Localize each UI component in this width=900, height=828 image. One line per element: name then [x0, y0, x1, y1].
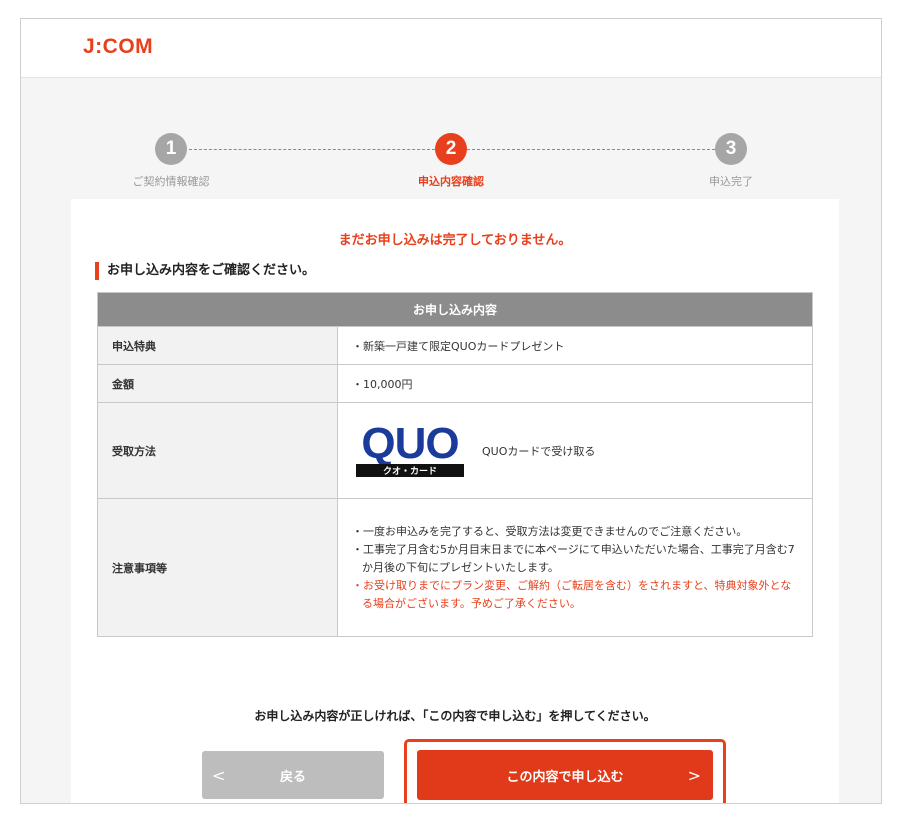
- step-2-label: 申込内容確認: [418, 175, 484, 188]
- quo-logo-text: QUO: [361, 420, 458, 468]
- step-2-circle: 2: [435, 133, 467, 165]
- note-item-warning: ・お受け取りまでにプラン変更、ご解約（ご転居を含む）をされますと、特典対象外とな…: [352, 578, 792, 610]
- row-label-benefit: 申込特典: [97, 326, 338, 365]
- submit-button-label: この内容で申し込む: [506, 769, 624, 785]
- submit-button[interactable]: この内容で申し込む >: [417, 750, 713, 800]
- row-label-receive-method: 受取方法: [97, 402, 338, 499]
- table-row: 金額 ・10,000円: [97, 364, 813, 403]
- step-connector-2: [467, 149, 715, 150]
- row-value-benefit: ・新築一戸建て限定QUOカードプレゼント: [337, 326, 813, 365]
- jcom-logo[interactable]: J:COM: [83, 35, 153, 59]
- chevron-right-icon: >: [687, 765, 701, 785]
- table-row: 申込特典 ・新築一戸建て限定QUOカードプレゼント: [97, 326, 813, 365]
- notes-list: ・一度お申込みを完了すると、受取方法は変更できませんのでご注意ください。 ・工事…: [352, 515, 798, 621]
- step-1-label: ご契約情報確認: [132, 175, 210, 188]
- table-row: 注意事項等 ・一度お申込みを完了すると、受取方法は変更できませんのでご注意くださ…: [97, 498, 813, 637]
- quo-logo-subtext: クオ・カード: [383, 466, 437, 477]
- row-value-notes: ・一度お申込みを完了すると、受取方法は変更できませんのでご注意ください。 ・工事…: [337, 498, 813, 637]
- application-details-table: お申し込み内容 申込特典 ・新築一戸建て限定QUOカードプレゼント 金額 ・10…: [97, 292, 813, 637]
- table-row: 受取方法 QUO クオ・カード QUOカードで受け取る: [97, 402, 813, 499]
- row-value-amount: ・10,000円: [337, 364, 813, 403]
- site-header: J:COM: [21, 19, 881, 78]
- note-item: ・工事完了月含む5か月目末日までに本ページにて申込いただいた場合、工事完了月含む…: [352, 542, 795, 574]
- step-connector-1: [189, 149, 435, 150]
- chevron-left-icon: <: [212, 765, 226, 785]
- quo-card-logo: QUO クオ・カード: [356, 420, 464, 477]
- note-item: ・一度お申込みを完了すると、受取方法は変更できませんのでご注意ください。: [352, 524, 748, 538]
- row-label-notes: 注意事項等: [97, 498, 338, 637]
- content-panel: まだお申し込みは完了しておりません。 お申し込み内容をご確認ください。 お申し込…: [71, 199, 839, 803]
- row-value-receive-method: QUO クオ・カード QUOカードで受け取る: [337, 402, 813, 499]
- back-button[interactable]: < 戻る: [202, 751, 384, 799]
- receive-method-text: QUOカードで受け取る: [482, 444, 596, 458]
- confirm-instruction: お申し込み内容が正しければ、「この内容で申し込む」を押してください。: [254, 709, 656, 723]
- progress-stepper: 1 2 3 ご契約情報確認 申込内容確認 申込完了: [21, 77, 881, 197]
- step-1-circle: 1: [155, 133, 187, 165]
- back-button-label: 戻る: [279, 769, 306, 785]
- step-3-label: 申込完了: [709, 175, 753, 188]
- page-frame: J:COM 1 2 3 ご契約情報確認 申込内容確認 申込完了 まだお申し込みは…: [20, 18, 882, 804]
- section-title: お申し込み内容をご確認ください。: [95, 262, 315, 280]
- incomplete-warning: まだお申し込みは完了しておりません。: [338, 233, 572, 248]
- step-3-circle: 3: [715, 133, 747, 165]
- table-caption: お申し込み内容: [97, 292, 813, 327]
- row-label-amount: 金額: [97, 364, 338, 403]
